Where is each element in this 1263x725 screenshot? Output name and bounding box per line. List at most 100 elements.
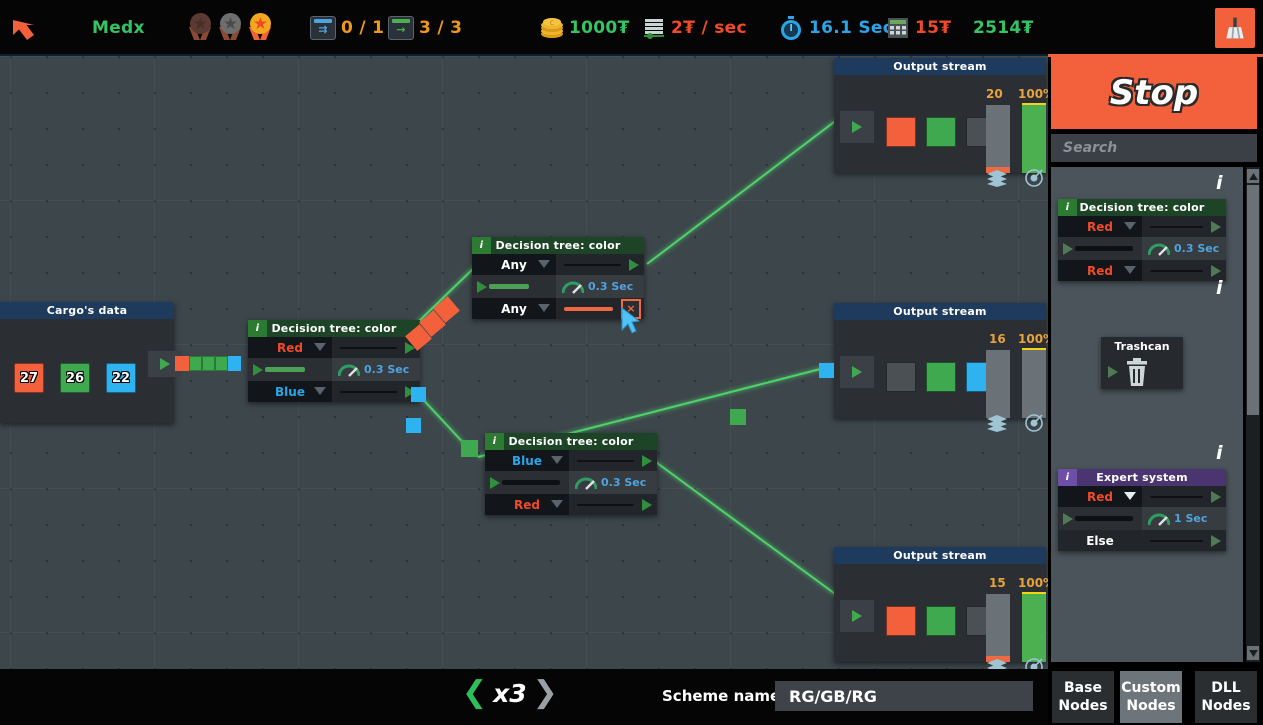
dt3-speed[interactable]: 0.3 Sec: [569, 471, 657, 494]
os1-slot-1[interactable]: [886, 117, 916, 147]
pal-dt-info-icon[interactable]: i: [1058, 199, 1077, 216]
target-icon[interactable]: [1023, 414, 1045, 432]
dt2-top-branch[interactable]: Any: [472, 254, 644, 275]
node-canvas[interactable]: Cargo's data 27 26 22: [0, 56, 1048, 669]
stop-button[interactable]: Stop: [1051, 57, 1257, 129]
palette-decision-tree-node[interactable]: i Decision tree: color Red: [1058, 199, 1226, 281]
dt1-speed[interactable]: 0.3 Sec: [332, 358, 420, 381]
pal-dt-bottom-track[interactable]: [1142, 260, 1226, 281]
dt3-top-output-port[interactable]: [642, 455, 652, 467]
tab-base-nodes[interactable]: Base Nodes: [1052, 671, 1114, 723]
speed-next-button[interactable]: ❯: [533, 678, 558, 708]
output-stream-node-1[interactable]: Output stream 20 100%: [834, 58, 1046, 173]
decision-tree-node-3[interactable]: i Decision tree: color Blue: [485, 433, 657, 515]
pal-ex-bottom-branch[interactable]: Else: [1058, 530, 1226, 551]
dt1-top-branch[interactable]: Red: [248, 337, 420, 358]
dt3-bottom-select[interactable]: Red: [485, 494, 569, 515]
palette-list[interactable]: i i Decision tree: color Red: [1051, 167, 1243, 662]
dt3-top-select[interactable]: Blue: [485, 450, 569, 471]
pal-ex-top-branch[interactable]: Red: [1058, 486, 1226, 507]
decision-tree-node-2[interactable]: i Decision tree: color Any: [472, 237, 644, 319]
dt3-top-track[interactable]: [569, 450, 657, 471]
dt3-bottom-output-port[interactable]: [642, 499, 652, 511]
dt2-bottom-branch[interactable]: Any ×: [472, 298, 644, 319]
tab-dll-nodes[interactable]: DLL Nodes: [1195, 671, 1257, 723]
target-icon[interactable]: [1023, 658, 1045, 669]
dt3-bottom-track[interactable]: [569, 494, 657, 515]
pal-dt-top-branch[interactable]: Red: [1058, 216, 1226, 237]
pal-ex-info-icon[interactable]: i: [1058, 469, 1077, 486]
dt1-bottom-select[interactable]: Blue: [248, 381, 332, 402]
scroll-up-icon[interactable]: [1247, 169, 1259, 183]
dt3-top-branch[interactable]: Blue: [485, 450, 657, 471]
search-field[interactable]: [1051, 134, 1257, 162]
pal-ex-input-port[interactable]: [1058, 507, 1142, 530]
layers-icon[interactable]: [986, 414, 1008, 432]
os1-slot-2[interactable]: [926, 117, 956, 147]
dt2-speed[interactable]: 0.3 Sec: [556, 275, 644, 298]
pal-dt-bottom-output-port[interactable]: [1211, 265, 1221, 277]
scheme-name-input[interactable]: [787, 686, 1033, 707]
os3-slot-2[interactable]: [926, 606, 956, 636]
dt3-info-icon[interactable]: i: [485, 433, 504, 450]
scrollbar-thumb[interactable]: [1247, 185, 1259, 415]
os2-input-port[interactable]: [840, 356, 874, 388]
back-arrow-icon[interactable]: [10, 18, 38, 44]
pal-dt-top-select[interactable]: Red: [1058, 216, 1142, 237]
palette-trashcan-node[interactable]: Trashcan: [1101, 337, 1183, 389]
pal-dt-bottom-branch[interactable]: Red: [1058, 260, 1226, 281]
dt1-top-select[interactable]: Red: [248, 337, 332, 358]
dt1-bottom-track[interactable]: [332, 381, 420, 402]
cargo-green[interactable]: 26: [60, 363, 90, 393]
pal-dt-input-port[interactable]: [1058, 237, 1142, 260]
dt1-top-track[interactable]: [332, 337, 420, 358]
pal-dt-bottom-select[interactable]: Red: [1058, 260, 1142, 281]
search-input[interactable]: [1061, 139, 1257, 157]
output-stream-node-3[interactable]: Output stream 15 100%: [834, 547, 1046, 662]
pal-ex-top-track[interactable]: [1142, 486, 1226, 507]
palette-info-icon-3[interactable]: i: [1216, 442, 1223, 464]
dt2-bottom-track[interactable]: ×: [556, 298, 644, 319]
dt2-top-track[interactable]: [556, 254, 644, 275]
tab-custom-nodes[interactable]: Custom Nodes: [1120, 671, 1182, 723]
dt1-info-icon[interactable]: i: [248, 320, 267, 337]
layers-icon[interactable]: [986, 658, 1008, 669]
dt3-bottom-branch[interactable]: Red: [485, 494, 657, 515]
scroll-down-icon[interactable]: [1247, 646, 1259, 660]
os2-slot-2[interactable]: [926, 362, 956, 392]
pal-dt-speed[interactable]: 0.3 Sec: [1142, 237, 1226, 260]
dt2-top-select[interactable]: Any: [472, 254, 556, 275]
delete-connection-button[interactable]: ×: [621, 299, 641, 319]
pal-ex-bottom-track[interactable]: [1142, 530, 1226, 551]
dt2-bottom-select[interactable]: Any: [472, 298, 556, 319]
dt2-top-output-port[interactable]: [629, 259, 639, 271]
pal-ex-top-select[interactable]: Red: [1058, 486, 1142, 507]
pal-ex-bottom-output-port[interactable]: [1211, 535, 1221, 547]
os3-slot-1[interactable]: [886, 606, 916, 636]
dt2-info-icon[interactable]: i: [472, 237, 491, 254]
palette-info-icon-2[interactable]: i: [1216, 277, 1223, 299]
palette-info-icon-1[interactable]: i: [1216, 172, 1223, 194]
palette-scrollbar[interactable]: [1246, 167, 1260, 662]
palette-expert-system-node[interactable]: i Expert system Red: [1058, 469, 1226, 551]
decision-tree-node-1[interactable]: i Decision tree: color Red: [248, 320, 420, 402]
target-icon[interactable]: [1023, 169, 1045, 187]
pal-dt-top-output-port[interactable]: [1211, 221, 1221, 233]
pal-dt-top-track[interactable]: [1142, 216, 1226, 237]
os2-slot-1[interactable]: [886, 362, 916, 392]
speed-prev-button[interactable]: ❮: [462, 678, 487, 708]
layers-icon[interactable]: [986, 169, 1008, 187]
pal-ex-speed[interactable]: 1 Sec: [1142, 507, 1226, 530]
os3-input-port[interactable]: [840, 600, 874, 632]
os1-input-port[interactable]: [840, 111, 874, 143]
cargo-red[interactable]: 27: [14, 363, 44, 393]
dt1-bottom-branch[interactable]: Blue: [248, 381, 420, 402]
dt2-input-port[interactable]: [472, 275, 556, 298]
pal-ex-top-output-port[interactable]: [1211, 491, 1221, 503]
cargo-blue[interactable]: 22: [106, 363, 136, 393]
broom-icon[interactable]: [1215, 8, 1255, 48]
output-stream-node-2[interactable]: Output stream 16 100%: [834, 303, 1046, 418]
scheme-name-field[interactable]: [775, 681, 1033, 711]
dt1-input-port[interactable]: [248, 358, 332, 381]
dt3-input-port[interactable]: [485, 471, 569, 494]
